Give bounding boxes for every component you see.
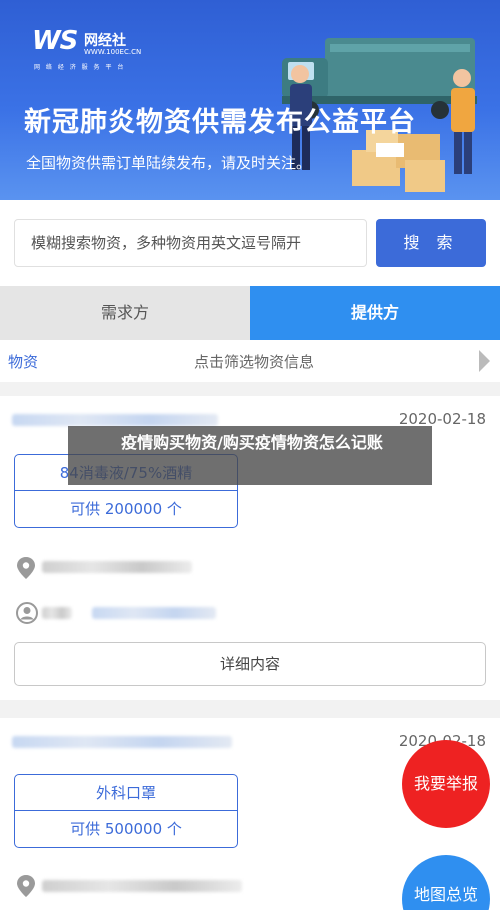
location-pin-icon — [17, 557, 35, 579]
search-bar: 模糊搜索物资，多种物资用英文逗号隔开 搜 索 — [0, 200, 500, 286]
material-filter[interactable]: 物资 点击筛选物资信息 — [0, 340, 500, 382]
filter-hint: 点击筛选物资信息 — [194, 353, 315, 371]
tab-demand[interactable]: 需求方 — [0, 286, 250, 340]
filter-label: 物资 — [8, 353, 39, 371]
redacted-address — [42, 880, 242, 892]
logo-tagline: 网 络 经 济 服 务 平 台 — [34, 64, 126, 71]
redacted-company-name — [12, 414, 218, 426]
logo-url: WWW.100EC.CN — [84, 48, 142, 56]
search-input[interactable]: 模糊搜索物资，多种物资用英文逗号隔开 — [14, 219, 367, 267]
brand-logo: WS 网经社 WWW.100EC.CN 网 络 经 济 服 务 平 台 — [32, 26, 141, 71]
caption-text: 疫情购买物资/购买疫情物资怎么记账 — [121, 433, 383, 452]
role-tabs: 需求方 提供方 — [0, 286, 500, 340]
redacted-company-name — [12, 736, 232, 748]
material-box: 外科口罩 可供 500000 个 — [14, 774, 238, 848]
material-name: 外科口罩 — [15, 775, 237, 811]
banner-title: 新冠肺炎物资供需发布公益平台 — [24, 107, 416, 138]
location-pin-icon — [17, 875, 35, 897]
material-quantity: 可供 200000 个 — [70, 500, 182, 518]
redacted-address — [42, 561, 192, 573]
app-screen: WS 网经社 WWW.100EC.CN 网 络 经 济 服 务 平 台 新冠肺炎… — [0, 0, 500, 910]
search-button[interactable]: 搜 索 — [376, 219, 486, 267]
chevron-right-icon — [479, 350, 490, 372]
caption-overlay: 疫情购买物资/购买疫情物资怎么记账 — [68, 426, 432, 485]
banner-subtitle: 全国物资供需订单陆续发布，请及时关注。 — [26, 154, 312, 172]
hero-banner: WS 网经社 WWW.100EC.CN 网 络 经 济 服 务 平 台 新冠肺炎… — [0, 0, 500, 200]
logo-name: 网经社 — [84, 33, 126, 49]
tab-supply[interactable]: 提供方 — [250, 286, 500, 340]
redacted-contact — [42, 607, 72, 619]
logo-mark: WS — [32, 26, 78, 56]
material-quantity: 可供 500000 个 — [70, 820, 182, 838]
person-icon — [16, 602, 38, 624]
report-button[interactable]: 我要举报 — [402, 740, 490, 828]
detail-button[interactable]: 详细内容 — [14, 642, 486, 686]
redacted-phone — [92, 607, 216, 619]
